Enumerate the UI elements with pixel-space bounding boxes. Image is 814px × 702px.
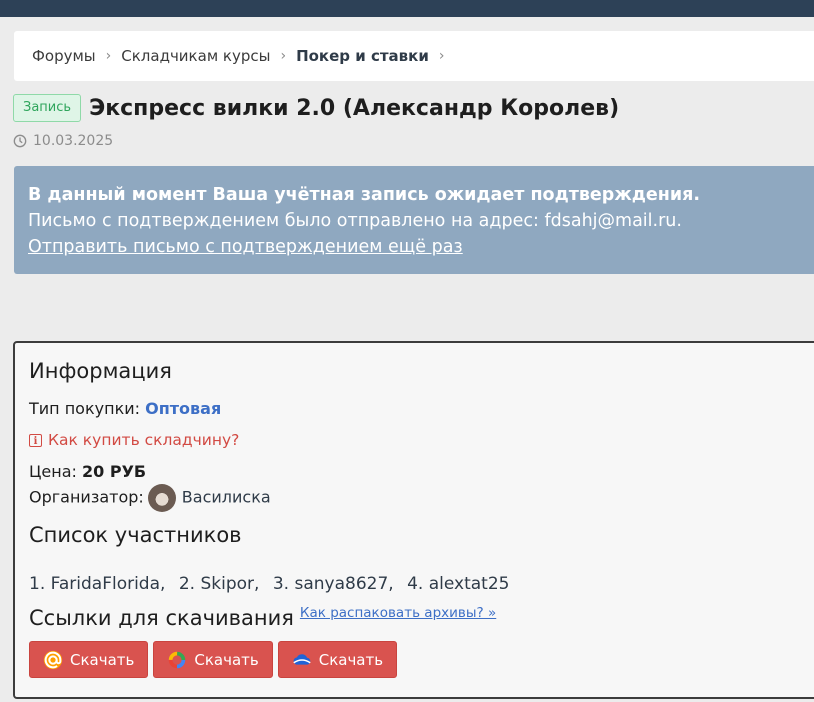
notice-heading: В данный момент Ваша учётная запись ожид… — [28, 185, 700, 205]
breadcrumb-item-poker[interactable]: Покер и ставки — [296, 47, 429, 65]
google-drive-icon — [169, 651, 186, 668]
download-button-mailru[interactable]: Скачать — [29, 641, 149, 678]
clock-icon — [13, 134, 27, 148]
downloads-heading: Ссылки для скачивания — [29, 606, 294, 630]
participant-name[interactable]: sanya8627 — [294, 574, 388, 594]
breadcrumb-item-courses[interactable]: Складчикам курсы — [121, 47, 270, 65]
download-buttons: Скачать Скачать Скачать — [29, 641, 402, 678]
mail-ru-icon — [43, 650, 63, 669]
notice-text: Письмо с подтверждением было отправлено … — [28, 211, 682, 231]
breadcrumb-item-forums[interactable]: Форумы — [32, 47, 96, 65]
download-button-cloud[interactable]: Скачать — [277, 641, 398, 678]
participant-number: 4. — [407, 574, 424, 594]
participant-number: 1. — [29, 574, 46, 594]
info-heading: Информация — [29, 359, 172, 383]
price-row: Цена: 20 РУБ — [29, 462, 146, 481]
participant-name[interactable]: alextat25 — [429, 574, 510, 594]
purchase-type-label: Тип покупки: — [29, 399, 141, 418]
thread-date: 10.03.2025 — [13, 133, 113, 149]
price-label: Цена: — [29, 462, 77, 481]
breadcrumb: Форумы › Складчикам курсы › Покер и став… — [14, 31, 814, 81]
top-navbar — [0, 0, 814, 17]
breadcrumb-separator: › — [105, 48, 112, 64]
downloads-heading-row: Ссылки для скачивания Как распаковать ар… — [29, 605, 496, 630]
thread-header: Запись Экспресс вилки 2.0 (Александр Кор… — [13, 94, 619, 122]
download-button-gdrive[interactable]: Скачать — [153, 641, 273, 678]
how-to-buy-text: Как купить складчину? — [48, 431, 240, 449]
download-label: Скачать — [70, 650, 135, 669]
info-icon: i — [29, 433, 42, 447]
unpack-archives-link[interactable]: Как распаковать архивы? » — [300, 605, 496, 621]
participants-list: 1. FaridaFlorida, 2. Skipor, 3. sanya862… — [29, 574, 510, 594]
download-label: Скачать — [194, 650, 259, 669]
organizer-name[interactable]: Василиска — [182, 488, 271, 507]
participant-name[interactable]: FaridaFlorida — [51, 574, 160, 594]
participant-number: 3. — [272, 574, 290, 594]
resend-confirmation-link[interactable]: Отправить письмо с подтверждением ещё ра… — [28, 237, 463, 257]
breadcrumb-separator: › — [438, 48, 445, 64]
participant-name[interactable]: Skipor — [200, 574, 254, 594]
purchase-type-value: Оптовая — [145, 399, 222, 418]
organizer-row: Организатор: Василиска — [29, 484, 271, 512]
download-label: Скачать — [318, 650, 384, 669]
cloud-icon — [293, 653, 311, 665]
organizer-label: Организатор: — [29, 487, 144, 507]
participants-heading: Список участников — [29, 523, 242, 547]
participant-number: 2. — [178, 574, 196, 594]
date-text: 10.03.2025 — [33, 133, 114, 149]
purchase-type-row: Тип покупки: Оптовая — [29, 399, 221, 418]
price-value: 20 РУБ — [82, 462, 147, 481]
info-panel: Информация Тип покупки: Оптовая i Как ку… — [13, 341, 814, 699]
avatar[interactable] — [147, 484, 176, 512]
page-title: Экспресс вилки 2.0 (Александр Королев) — [89, 95, 620, 121]
thread-prefix-tag[interactable]: Запись — [13, 94, 82, 122]
account-confirmation-notice: В данный момент Ваша учётная запись ожид… — [14, 166, 814, 274]
breadcrumb-separator: › — [280, 48, 287, 64]
how-to-buy-link[interactable]: i Как купить складчину? — [29, 431, 239, 449]
